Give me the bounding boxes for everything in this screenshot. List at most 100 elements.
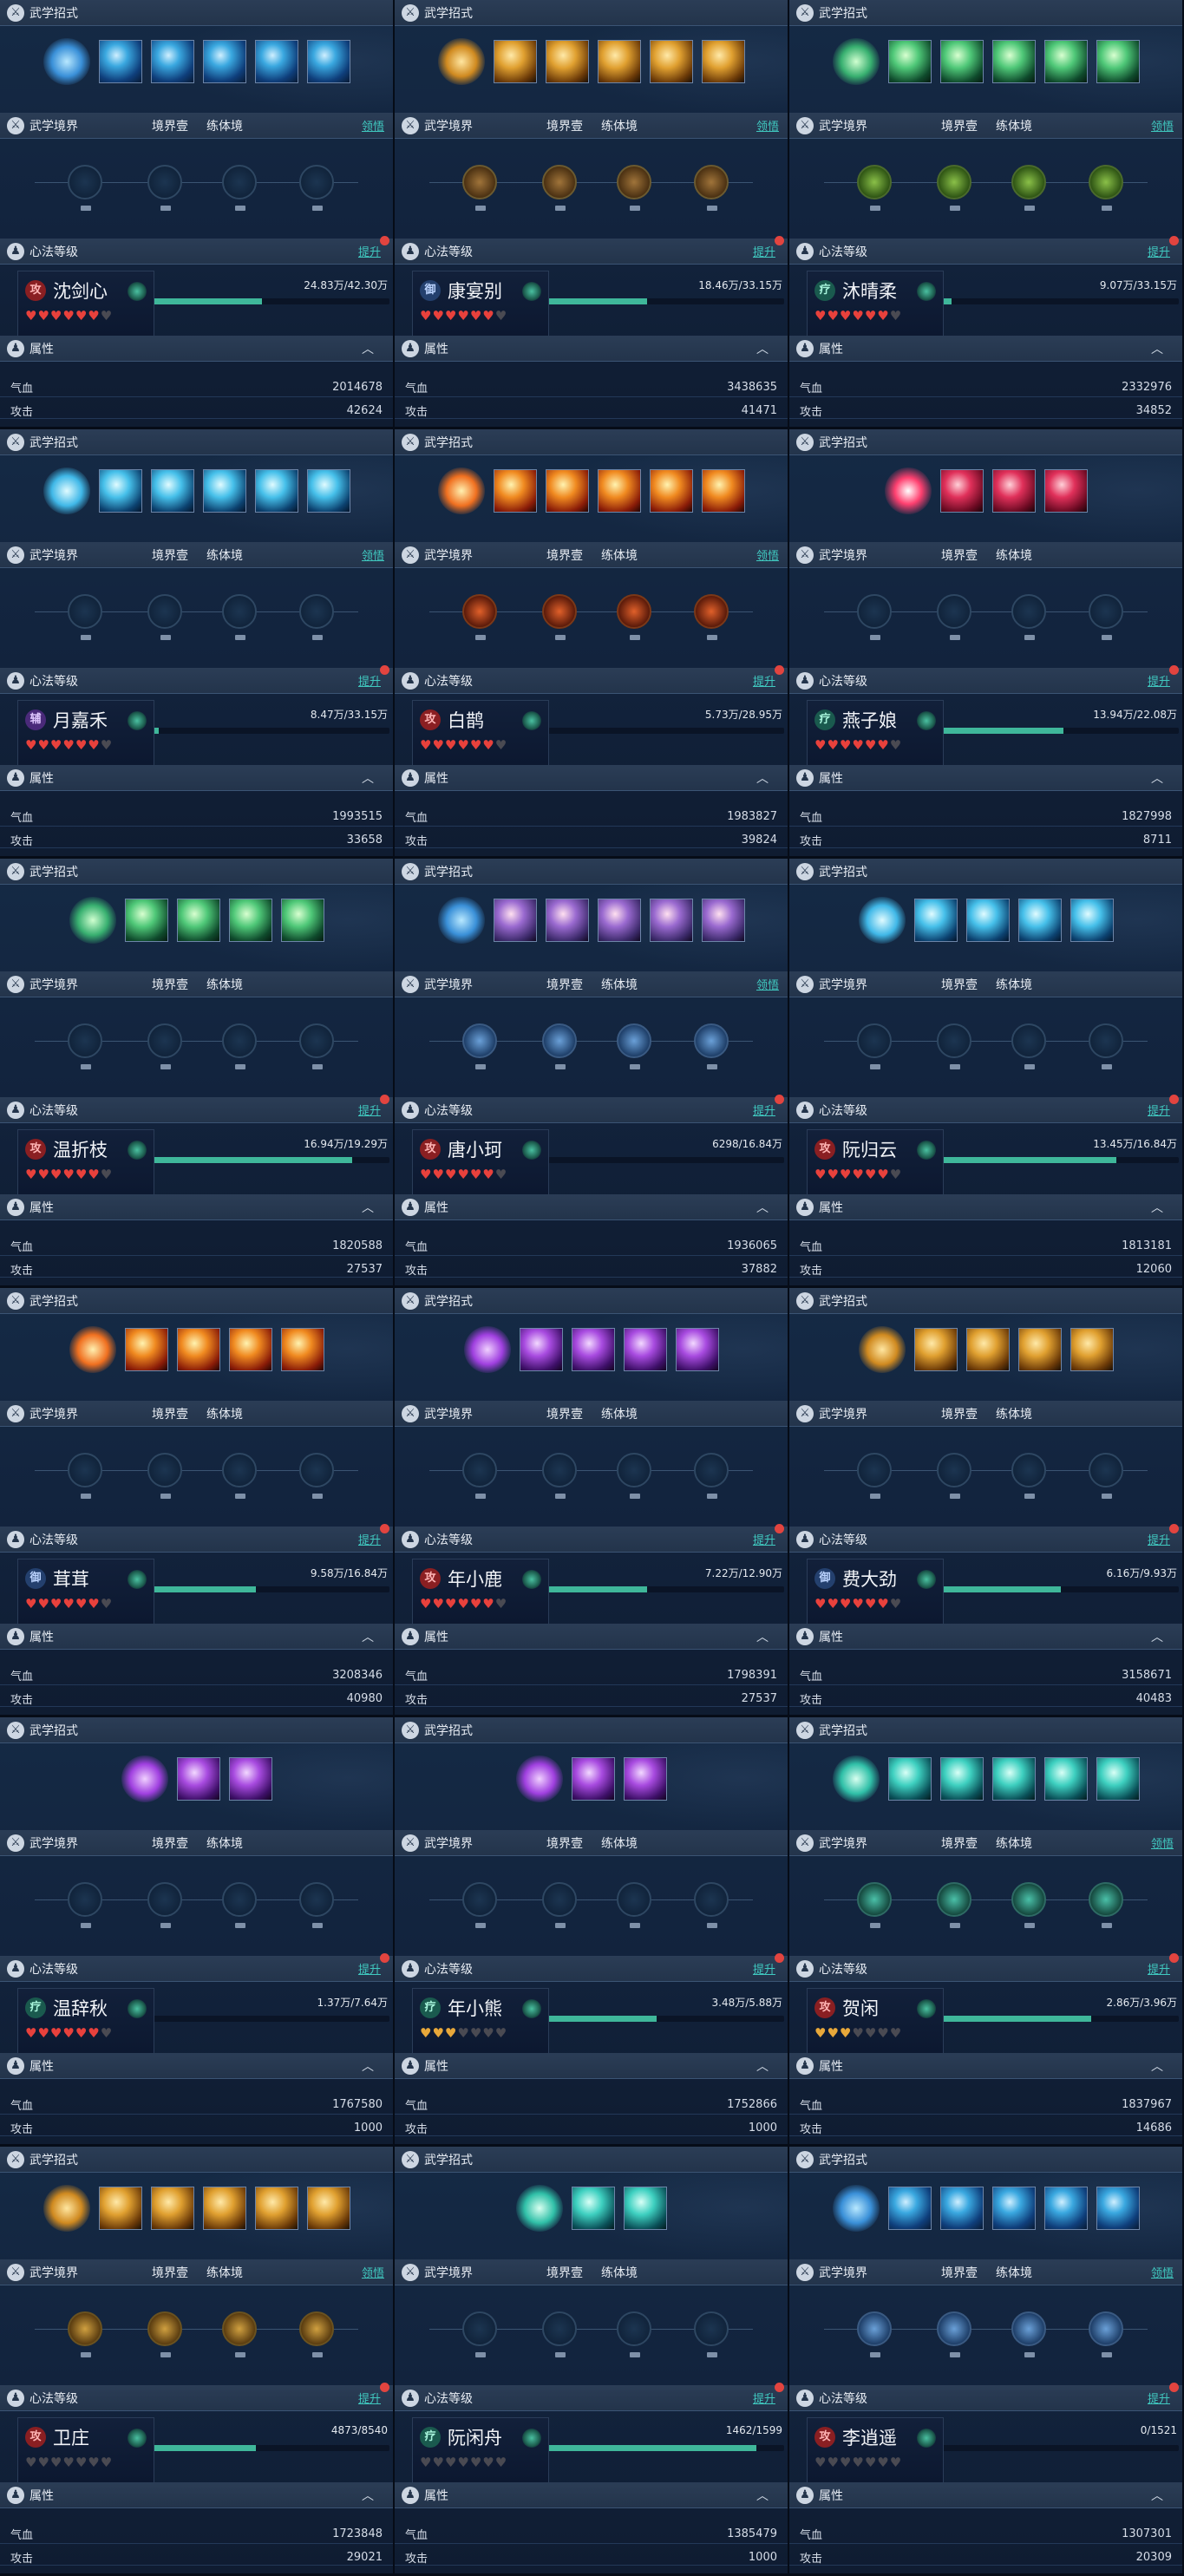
character-nameplate[interactable]: 攻李逍遥 ♥♥♥♥♥♥♥ (807, 2417, 944, 2483)
skill-icon[interactable] (150, 2187, 194, 2230)
comprehend-link[interactable]: 领悟 (362, 117, 384, 134)
skill-icon[interactable] (545, 469, 589, 513)
skill-icon[interactable] (571, 2187, 615, 2230)
realm-node[interactable] (462, 1882, 497, 1928)
realm-node[interactable] (617, 1023, 651, 1069)
realm-node[interactable] (299, 2311, 334, 2357)
skill-icon[interactable] (515, 2185, 563, 2232)
realm-node[interactable] (462, 594, 497, 640)
upgrade-link[interactable]: 提升 (358, 2390, 381, 2406)
character-nameplate[interactable]: 辅月嘉禾 ♥♥♥♥♥♥♥ (17, 700, 154, 766)
realm-node[interactable] (222, 165, 257, 211)
skill-icon[interactable] (1043, 40, 1088, 83)
realm-node[interactable] (694, 1882, 729, 1928)
character-card[interactable]: ⚔ 武学招式 ⚔ 武学境界 境界壹 练体境 领悟 ♟ 心法等级 提升 2.86万/3.96万攻贺闲 ♥… (789, 1717, 1184, 2147)
collapse-chevron-icon[interactable]: ︿ (756, 340, 769, 357)
skill-icon[interactable] (202, 40, 246, 83)
skill-icon[interactable] (150, 40, 194, 83)
character-nameplate[interactable]: 攻温折枝 ♥♥♥♥♥♥♥ (17, 1129, 154, 1195)
realm-node[interactable] (542, 2311, 577, 2357)
collapse-chevron-icon[interactable]: ︿ (756, 769, 769, 787)
realm-node[interactable] (462, 1453, 497, 1499)
realm-node[interactable] (857, 594, 892, 640)
skill-icon[interactable] (701, 40, 745, 83)
character-nameplate[interactable]: 攻卫庄 ♥♥♥♥♥♥♥ (17, 2417, 154, 2483)
character-card[interactable]: ⚔ 武学招式 ⚔ 武学境界 境界壹 练体境 领悟 ♟ 心法等级 提升 9.07万/33.15万 疗沐晴… (789, 0, 1184, 429)
attributes-header[interactable]: ♟ 属性 ︿ (0, 1624, 393, 1650)
attributes-header[interactable]: ♟ 属性 ︿ (789, 1194, 1182, 1220)
realm-node[interactable] (1011, 1882, 1046, 1928)
attributes-header[interactable]: ♟ 属性 ︿ (395, 765, 788, 791)
upgrade-link[interactable]: 提升 (1148, 1102, 1170, 1118)
realm-node[interactable] (147, 1023, 182, 1069)
skill-icon[interactable] (1070, 1328, 1114, 1371)
collapse-chevron-icon[interactable]: ︿ (362, 1628, 374, 1645)
skill-icon[interactable] (887, 1757, 932, 1801)
skill-icon[interactable] (939, 40, 984, 83)
realm-node[interactable] (299, 1453, 334, 1499)
skill-icon[interactable] (176, 899, 220, 942)
skill-icon[interactable] (701, 469, 745, 513)
skill-icon[interactable] (1043, 1757, 1088, 1801)
skill-icon[interactable] (43, 38, 90, 85)
comprehend-link[interactable]: 领悟 (756, 546, 779, 563)
realm-node[interactable] (937, 165, 971, 211)
collapse-chevron-icon[interactable]: ︿ (362, 1199, 374, 1216)
realm-node[interactable] (1089, 1453, 1123, 1499)
realm-node[interactable] (1089, 2311, 1123, 2357)
realm-node[interactable] (694, 165, 729, 211)
skill-icon[interactable] (571, 1757, 615, 1801)
realm-node[interactable] (617, 594, 651, 640)
skill-icon[interactable] (623, 1328, 667, 1371)
skill-icon[interactable] (571, 1328, 615, 1371)
attributes-header[interactable]: ♟ 属性 ︿ (0, 336, 393, 362)
realm-node[interactable] (222, 1453, 257, 1499)
skill-icon[interactable] (124, 899, 168, 942)
attributes-header[interactable]: ♟ 属性 ︿ (395, 1194, 788, 1220)
skill-icon[interactable] (832, 1755, 880, 1802)
attributes-header[interactable]: ♟ 属性 ︿ (789, 1624, 1182, 1650)
skill-icon[interactable] (306, 469, 350, 513)
upgrade-link[interactable]: 提升 (753, 1531, 775, 1547)
realm-node[interactable] (857, 1882, 892, 1928)
skill-icon[interactable] (176, 1328, 220, 1371)
skill-icon[interactable] (623, 2187, 667, 2230)
skill-icon[interactable] (228, 1757, 272, 1801)
upgrade-link[interactable]: 提升 (1148, 243, 1170, 259)
skill-icon[interactable] (939, 2187, 984, 2230)
skill-icon[interactable] (991, 1757, 1036, 1801)
realm-node[interactable] (147, 594, 182, 640)
upgrade-link[interactable]: 提升 (358, 672, 381, 689)
attributes-header[interactable]: ♟ 属性 ︿ (395, 2482, 788, 2508)
collapse-chevron-icon[interactable]: ︿ (1151, 1628, 1163, 1645)
collapse-chevron-icon[interactable]: ︿ (1151, 2487, 1163, 2504)
realm-node[interactable] (937, 594, 971, 640)
collapse-chevron-icon[interactable]: ︿ (756, 2487, 769, 2504)
comprehend-link[interactable]: 领悟 (1151, 117, 1174, 134)
attributes-header[interactable]: ♟ 属性 ︿ (395, 336, 788, 362)
upgrade-link[interactable]: 提升 (753, 1102, 775, 1118)
character-card[interactable]: ⚔ 武学招式 ⚔ 武学境界 境界壹 练体境 领悟 ♟ 心法等级 提升 24.83万/42.30万 攻沈… (0, 0, 395, 429)
character-nameplate[interactable]: 攻白鹊 ♥♥♥♥♥♥♥ (412, 700, 549, 766)
skill-icon[interactable] (858, 897, 906, 944)
upgrade-link[interactable]: 提升 (358, 1960, 381, 1977)
character-nameplate[interactable]: 疗温辞秋 ♥♥♥♥♥♥♥ (17, 1988, 154, 2054)
skill-icon[interactable] (437, 467, 485, 514)
skill-icon[interactable] (254, 2187, 298, 2230)
realm-node[interactable] (222, 1023, 257, 1069)
realm-node[interactable] (937, 1882, 971, 1928)
attributes-header[interactable]: ♟ 属性 ︿ (0, 765, 393, 791)
realm-node[interactable] (462, 165, 497, 211)
realm-node[interactable] (147, 165, 182, 211)
skill-icon[interactable] (43, 2185, 90, 2232)
attributes-header[interactable]: ♟ 属性 ︿ (789, 2053, 1182, 2079)
character-card[interactable]: ⚔ 武学招式 ⚔ 武学境界 境界壹 练体境 ♟ 心法等级 提升 13.94万/22.08万 疗燕子娘… (789, 429, 1184, 859)
character-card[interactable]: ⚔ 武学招式 ⚔ 武学境界 境界壹 练体境 ♟ 心法等级 提升 7.22万/12.90万攻年小鹿 ♥… (395, 1288, 789, 1717)
character-card[interactable]: ⚔ 武学招式 ⚔ 武学境界 境界壹 练体境 领悟 ♟ 心法等级 提升 4873/8540 攻卫庄 ♥♥♥… (0, 2147, 395, 2576)
attributes-header[interactable]: ♟ 属性 ︿ (0, 2482, 393, 2508)
comprehend-link[interactable]: 领悟 (1151, 2264, 1174, 2280)
skill-icon[interactable] (1017, 1328, 1062, 1371)
skill-icon[interactable] (701, 899, 745, 942)
character-card[interactable]: ⚔ 武学招式 ⚔ 武学境界 境界壹 练体境 领悟 ♟ 心法等级 提升 18.46万/33.15万 御康… (395, 0, 789, 429)
skill-icon[interactable] (965, 899, 1010, 942)
